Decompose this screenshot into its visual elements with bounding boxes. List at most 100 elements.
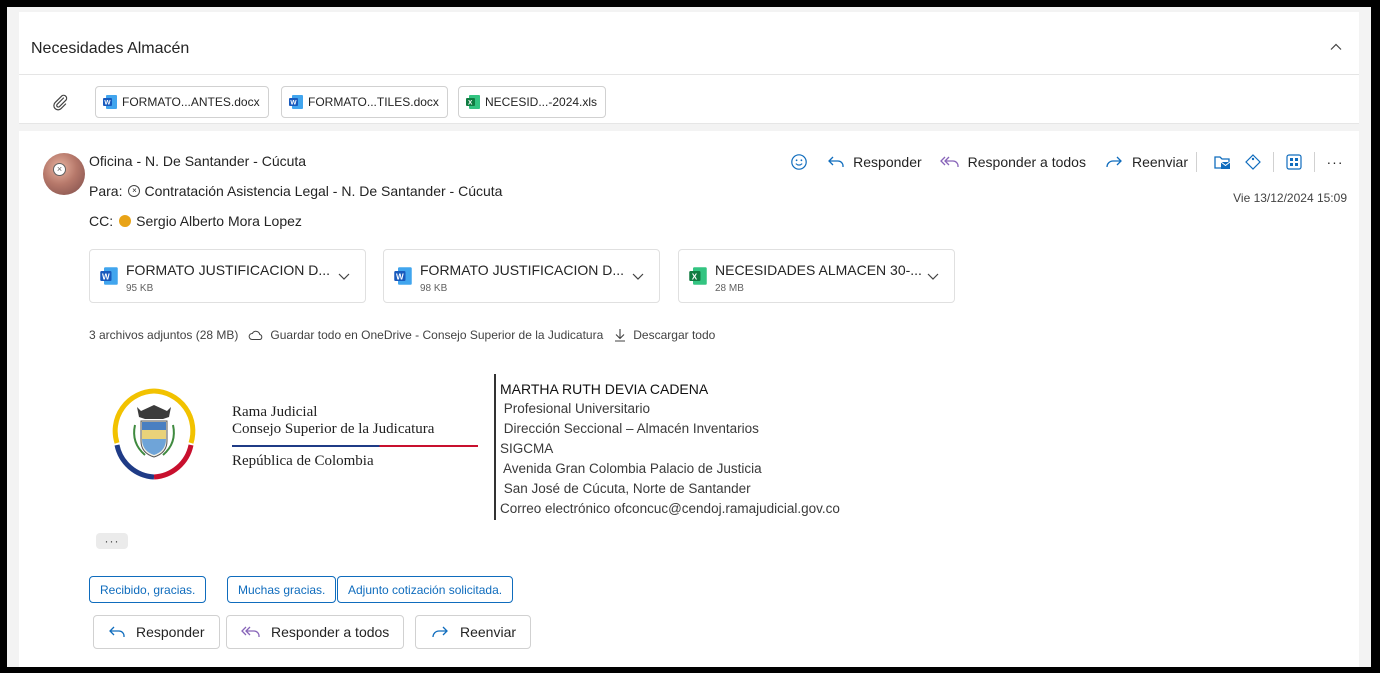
tag-icon	[1245, 154, 1261, 170]
attachments-count: 3 archivos adjuntos (28 MB)	[89, 328, 239, 342]
quick-reply-button[interactable]: Adjunto cotización solicitada.	[337, 576, 514, 603]
svg-text:X: X	[692, 272, 698, 281]
reply-label: Responder	[136, 624, 205, 640]
signature-line: Dirección Seccional – Almacén Inventario…	[500, 421, 759, 436]
signature-line: San José de Cúcuta, Norte de Santander	[500, 481, 751, 496]
tag-button[interactable]	[1241, 150, 1265, 174]
signature-line: Profesional Universitario	[500, 401, 651, 416]
reply-all-icon	[939, 156, 959, 167]
forward-label: Reenviar	[1131, 154, 1188, 170]
cc-label: CC:	[89, 213, 114, 229]
forward-icon	[1106, 156, 1122, 168]
attachments-summary: 3 archivos adjuntos (28 MB) Guardar todo…	[89, 328, 715, 342]
attachment-size: 28 MB	[715, 283, 744, 294]
cc-line: CC: Sergio Alberto Mora Lopez	[89, 213, 302, 229]
presence-away-icon	[119, 215, 132, 227]
quick-reply-button[interactable]: Recibido, gracias.	[89, 576, 207, 603]
reply-icon	[109, 626, 125, 637]
emoji-icon	[791, 154, 807, 170]
thread-attachment-chip[interactable]: W FORMATO...TILES.docx	[281, 86, 448, 118]
quick-reply-button[interactable]: Muchas gracias.	[227, 576, 337, 603]
word-icon: W	[289, 95, 303, 109]
chevron-down-icon[interactable]	[337, 269, 351, 283]
presence-unknown-icon: ×	[128, 185, 141, 197]
save-to-onedrive-label: Guardar todo en OneDrive - Consejo Super…	[270, 328, 604, 342]
folder-mail-icon	[1214, 156, 1231, 169]
attachment-card[interactable]: X NECESIDADES ALMACEN 30-... 28 MB	[678, 249, 955, 303]
svg-text:W: W	[396, 272, 404, 281]
attachment-name: NECESIDADES ALMACEN 30-...	[715, 262, 922, 278]
chevron-down-icon[interactable]	[631, 269, 645, 283]
cloud-icon	[249, 330, 263, 340]
reply-all-label: Responder a todos	[271, 624, 390, 640]
word-icon: W	[103, 95, 117, 109]
collapse-thread-button[interactable]	[1325, 36, 1347, 58]
svg-text:X: X	[468, 100, 473, 107]
bottom-reply-all-button[interactable]: Responder a todos	[226, 615, 405, 649]
thread-divider	[19, 74, 1359, 75]
svg-text:W: W	[104, 100, 111, 107]
paperclip-icon	[53, 94, 68, 111]
excel-icon: X	[466, 95, 480, 109]
word-icon: W	[100, 267, 118, 285]
divider	[1273, 152, 1274, 172]
mail-reading-pane: Necesidades Almacén W FORMATO...ANTES.do…	[7, 7, 1371, 667]
forward-button[interactable]: Reenviar	[1104, 154, 1188, 170]
reaction-button[interactable]	[787, 150, 811, 174]
reply-label: Responder	[853, 154, 922, 170]
forward-icon	[432, 626, 448, 638]
presence-unknown-icon: ×	[53, 163, 66, 176]
signature-line: Avenida Gran Colombia Palacio de Justici…	[500, 461, 762, 476]
more-actions-button[interactable]: ···	[1323, 150, 1347, 174]
attachment-card[interactable]: W FORMATO JUSTIFICACION D... 98 KB	[383, 249, 660, 303]
svg-text:W: W	[290, 100, 297, 107]
bottom-reply-button[interactable]: Responder	[93, 615, 220, 649]
org-line-2: Consejo Superior de la Judicatura	[232, 421, 435, 437]
chip-label: NECESID...-2024.xls	[485, 95, 598, 109]
message-card: × Oficina - N. De Santander - Cúcuta Par…	[19, 131, 1359, 667]
download-all-link[interactable]: Descargar todo	[613, 328, 715, 342]
forward-label: Reenviar	[460, 624, 517, 640]
attachment-card[interactable]: W FORMATO JUSTIFICACION D... 95 KB	[89, 249, 366, 303]
word-icon: W	[394, 267, 412, 285]
org-line-1: Rama Judicial	[232, 404, 318, 420]
show-more-button[interactable]: ···	[96, 533, 128, 549]
save-to-onedrive-link[interactable]: Guardar todo en OneDrive - Consejo Super…	[248, 328, 603, 342]
signature-name: MARTHA RUTH DEVIA CADENA	[500, 381, 709, 397]
chevron-down-icon[interactable]	[926, 269, 940, 283]
attachment-name: FORMATO JUSTIFICACION D...	[126, 262, 331, 278]
svg-text:W: W	[102, 272, 110, 281]
message-actions: Responder Responder a todos Reenviar ···	[781, 149, 1347, 175]
org-line-3: República de Colombia	[232, 453, 374, 469]
sender-name[interactable]: Oficina - N. De Santander - Cúcuta	[89, 153, 306, 169]
download-icon	[615, 329, 626, 342]
move-to-folder-button[interactable]	[1211, 150, 1235, 174]
bottom-forward-button[interactable]: Reenviar	[415, 615, 532, 649]
apps-button[interactable]	[1282, 150, 1306, 174]
attachment-size: 95 KB	[126, 283, 154, 294]
message-date: Vie 13/12/2024 15:09	[1233, 191, 1347, 205]
thread-attachment-chip[interactable]: X NECESID...-2024.xls	[458, 86, 607, 118]
signature-email: Correo electrónico ofconcuc@cendoj.ramaj…	[500, 501, 840, 516]
chevron-up-icon	[1330, 43, 1342, 50]
signature-bar	[494, 374, 496, 520]
reply-all-icon	[241, 626, 260, 637]
to-recipient[interactable]: Contratación Asistencia Legal - N. De Sa…	[144, 183, 502, 199]
to-line: Para: × Contratación Asistencia Legal - …	[89, 183, 502, 199]
more-icon: ···	[1326, 154, 1344, 170]
attachment-size: 98 KB	[420, 283, 448, 294]
reply-button[interactable]: Responder	[827, 154, 922, 170]
thread-attachment-chip[interactable]: W FORMATO...ANTES.docx	[95, 86, 269, 118]
thread-title: Necesidades Almacén	[31, 40, 190, 57]
excel-icon: X	[689, 267, 707, 285]
divider	[1196, 152, 1197, 172]
download-all-label: Descargar todo	[633, 328, 716, 342]
thread-header: Necesidades Almacén W FORMATO...ANTES.do…	[19, 12, 1359, 124]
attachment-name: FORMATO JUSTIFICACION D...	[420, 262, 625, 278]
reply-icon	[828, 156, 844, 167]
chip-label: FORMATO...ANTES.docx	[122, 95, 260, 109]
apps-icon	[1286, 154, 1302, 170]
signature-line: SIGCMA	[500, 441, 554, 456]
cc-recipient[interactable]: Sergio Alberto Mora Lopez	[136, 213, 302, 229]
reply-all-button[interactable]: Responder a todos	[939, 154, 1086, 170]
